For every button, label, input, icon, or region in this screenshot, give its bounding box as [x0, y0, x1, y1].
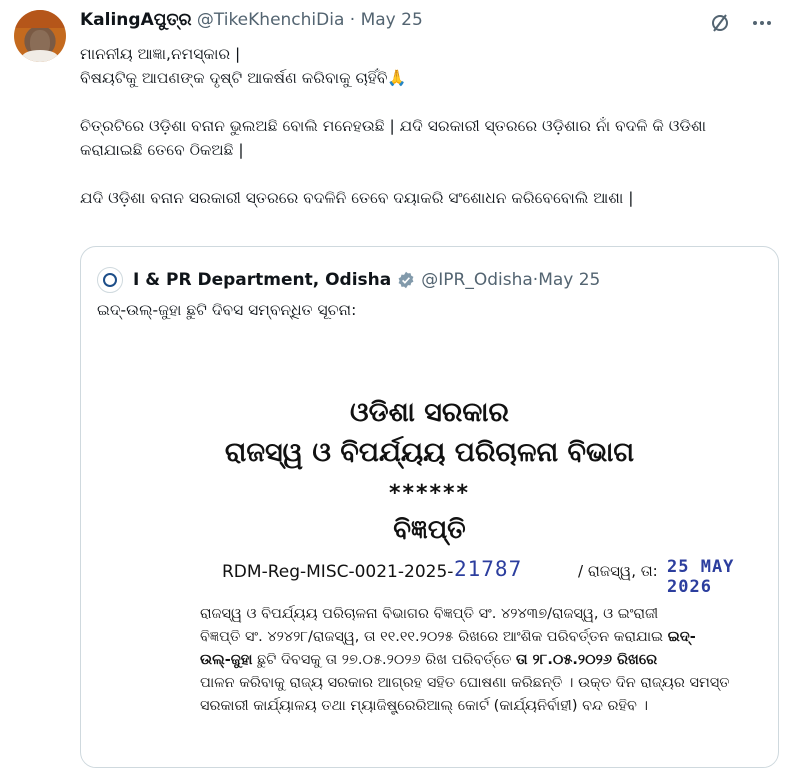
doc-ref-prefix: RDM-Reg-MISC-0021-2025- — [222, 562, 454, 582]
avatar-banner — [14, 10, 66, 28]
quote-author-name[interactable]: I & PR Department, Odisha — [133, 270, 391, 290]
author-handle[interactable]: @TikeKhenchiDia — [197, 10, 345, 30]
doc-ref-dept: / ରାଜସ୍ୱ, ତା: — [578, 562, 658, 580]
doc-ref-number: 21787 — [454, 557, 523, 581]
tweet-line: ଯଦି ଓଡ଼ିଶା ବନାନ ସରକାରୀ ସ୍ତରରେ ବଦଳିନି ତେବ… — [80, 189, 634, 207]
doc-title-department: ରାଜସ୍ୱ ଓ ବିପର୍ଯ୍ୟୟ ପରିଚାଳନା ବିଭାଗ — [224, 437, 635, 468]
tweet-line: ଚିତ୍ରଟିରେ ଓଡ଼ିଶା ବନାନ ଭୁଲଅଛି ବୋଲି ମନେହଉଛ… — [80, 117, 707, 135]
header-actions — [709, 12, 773, 34]
tweet-body: ମାନନୀୟ ଆଜ୍ଞା,ନମସ୍କାର | ବିଷୟଟିକୁ ଆପଣଙ୍କ ଦ… — [80, 42, 770, 210]
grok-icon[interactable] — [709, 12, 731, 34]
quote-image-document[interactable]: ଓଡିଶା ସରକାର ରାଜସ୍ୱ ଓ ବିପର୍ଯ୍ୟୟ ପରିଚାଳନା … — [82, 335, 777, 767]
tweet-header: KalingAପୁତ୍ର @TikeKhenchiDia · May 25 — [80, 10, 423, 30]
author-avatar[interactable] — [14, 10, 66, 62]
doc-body-bold: ଇଦ୍- — [667, 629, 696, 645]
quote-date[interactable]: May 25 — [538, 270, 600, 290]
tweet-line: କରାଯାଇଛି ତେବେ ଠିକଅଛି | — [80, 141, 244, 159]
verified-badge-icon — [397, 271, 415, 289]
doc-body-line: ରାଜସ୍ୱ ଓ ବିପର୍ଯ୍ୟୟ ପରିଚାଳନା ବିଭାଗର ବିଜ୍ଞ… — [200, 606, 659, 622]
quote-handle[interactable]: @IPR_Odisha — [421, 270, 533, 290]
author-name[interactable]: KalingAପୁତ୍ର — [80, 10, 191, 30]
doc-body-line: ବିଜ୍ଞପ୍ତି ସଂ. ୪୨୪୨୮/ରାଜସ୍ୱ, ତା ୧୧.୧୧.୨୦୨… — [200, 629, 668, 645]
tweet-line: ମାନନୀୟ ଆଜ୍ଞା,ନମସ୍କାର | — [80, 45, 241, 63]
doc-ref-date-stamp: 25 MAY 2026 — [667, 557, 735, 597]
quote-header: I & PR Department, Odisha @IPR_Odisha · … — [97, 267, 600, 293]
doc-body-bold: ତା ୨୮.୦୫.୨୦୨୬ ରିଖରେ — [515, 652, 658, 668]
avatar-shirt — [22, 50, 58, 62]
doc-title-notification: ବିଜ୍ଞପ୍ତି — [393, 515, 466, 545]
doc-body: ରାଜସ୍ୱ ଓ ବିପର୍ଯ୍ୟୟ ପରିଚାଳନା ବିଭାଗର ବିଜ୍ଞ… — [200, 603, 730, 718]
doc-stars: ****** — [388, 481, 471, 506]
quote-avatar[interactable] — [97, 267, 123, 293]
tweet-line: ବିଷୟଟିକୁ ଆପଣଙ୍କ ଦୃଷ୍ଟି ଆକର୍ଷଣ କରିବାକୁ ଚା… — [80, 69, 407, 87]
tweet-date[interactable]: May 25 — [361, 10, 423, 30]
quoted-tweet[interactable]: I & PR Department, Odisha @IPR_Odisha · … — [80, 246, 779, 768]
more-icon[interactable] — [751, 12, 773, 34]
doc-body-line: ସରକାରୀ କାର୍ଯ୍ୟାଳୟ ତଥା ମ୍ୟାଜିଷ୍ଟ୍ରେରିଆଲ୍ … — [200, 698, 648, 714]
doc-body-bold: ଉଲ୍-ଜୁହା — [200, 652, 253, 668]
quote-text: ଇଦ୍-ଉଲ୍-ଜୁହା ଛୁଟି ଦିବସ ସମ୍ବନ୍ଧିତ ସୂଚନା: — [97, 301, 357, 319]
doc-body-line: ପାଳନ କରିବାକୁ ରାଜ୍ୟ ସରକାର ଆଗ୍ରହ ସହିତ ଘୋଷଣ… — [200, 675, 730, 691]
header-separator: · — [349, 10, 356, 30]
doc-title-government: ଓଡିଶା ସରକାର — [350, 397, 509, 428]
doc-body-line: ଛୁଟି ଦିବସକୁ ତା ୨୭.୦୫.୨୦୨୬ ରିଖ ପରିବର୍ତ୍ତେ — [252, 652, 516, 668]
